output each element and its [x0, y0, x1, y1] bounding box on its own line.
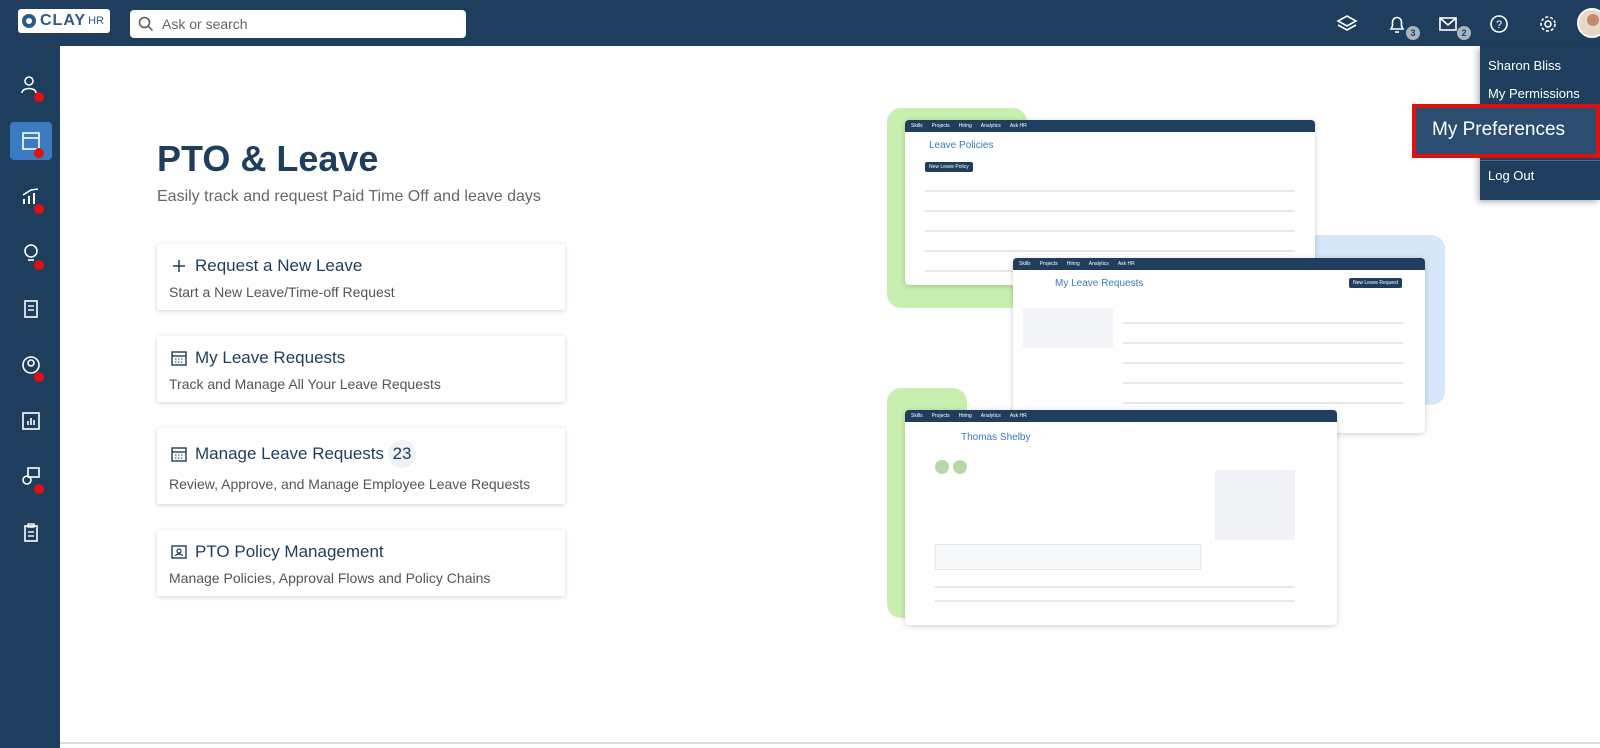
- mini-nav-item: Skills: [911, 123, 923, 129]
- mini-nav-item: Skills: [911, 413, 923, 419]
- card-description: Start a New Leave/Time-off Request: [169, 284, 395, 300]
- leave-screens-illustration: Skills Projects Hiring Analytics Ask HR …: [885, 100, 1445, 645]
- new-policy-button: New Leave Policy: [925, 162, 973, 172]
- card-title: Manage Leave Requests: [195, 444, 385, 463]
- sidebar-item-analytics[interactable]: [10, 402, 52, 440]
- page-title: PTO & Leave: [157, 138, 379, 179]
- sidebar-alert-dot: [34, 92, 44, 102]
- new-request-button: New Leave Request: [1349, 278, 1403, 288]
- sidebar-item-documents[interactable]: [10, 290, 52, 328]
- mini-nav-item: Analytics: [980, 413, 1001, 419]
- svg-text:?: ?: [1496, 19, 1502, 31]
- mini-nav-item: Hiring: [958, 413, 972, 419]
- mini-nav-item: Ask HR: [1009, 123, 1027, 129]
- help-icon[interactable]: ?: [1487, 12, 1511, 36]
- sidebar-item-checklist[interactable]: [10, 514, 52, 552]
- screen-title: Thomas Shelby: [961, 432, 1031, 443]
- pto-policy-management-card[interactable]: PTO Policy Management Manage Policies, A…: [157, 530, 565, 596]
- documents-icon: [24, 300, 38, 318]
- mini-nav-item: Ask HR: [1009, 413, 1027, 419]
- user-name-item[interactable]: Sharon Bliss: [1488, 58, 1561, 73]
- card-title: My Leave Requests: [195, 348, 346, 367]
- logo-text: CLAY: [40, 12, 87, 29]
- leave-request-detail-screen: Skills Projects Hiring Analytics Ask HR …: [905, 410, 1337, 625]
- card-title: PTO Policy Management: [195, 542, 384, 561]
- menu-divider: [1480, 160, 1600, 161]
- plus-icon: [169, 256, 189, 276]
- card-title: Request a New Leave: [195, 256, 363, 275]
- sidebar-item-pto-leave[interactable]: [10, 122, 52, 160]
- sidebar-alert-dot: [34, 372, 44, 382]
- messages-badge: 2: [1457, 26, 1471, 40]
- mini-nav-item: Analytics: [980, 123, 1001, 129]
- sidebar-alert-dot: [34, 204, 44, 214]
- my-preferences-label: My Preferences: [1432, 119, 1566, 140]
- clayhr-logo[interactable]: CLAY HR: [18, 9, 110, 33]
- request-new-leave-card[interactable]: Request a New Leave Start a New Leave/Ti…: [157, 244, 565, 310]
- sidebar-item-ideas[interactable]: [10, 234, 52, 272]
- mini-nav-item: Projects: [931, 413, 950, 419]
- screen-title: My Leave Requests: [1055, 278, 1144, 289]
- pending-count-badge: 23: [388, 440, 417, 468]
- id-badge-icon: [169, 542, 189, 562]
- manage-leave-requests-card[interactable]: Manage Leave Requests 23 Review, Approve…: [157, 428, 565, 504]
- log-out-item[interactable]: Log Out: [1488, 168, 1534, 183]
- calendar-icon: [169, 444, 189, 464]
- mini-nav-item: Hiring: [1066, 261, 1080, 267]
- logo-suffix: HR: [88, 15, 104, 27]
- screen-title: Leave Policies: [929, 140, 994, 151]
- card-description: Track and Manage All Your Leave Requests: [169, 376, 441, 392]
- sidebar-alert-dot: [34, 148, 44, 158]
- mini-nav-bar: Skills Projects Hiring Analytics Ask HR: [905, 410, 1337, 422]
- top-bar: CLAY HR Ask or search 3 2 ?: [0, 0, 1600, 46]
- calendar-icon: [169, 348, 189, 368]
- search-input[interactable]: Ask or search: [130, 10, 466, 38]
- mini-nav-item: Hiring: [958, 123, 972, 129]
- mini-nav-item: Analytics: [1088, 261, 1109, 267]
- layers-icon[interactable]: [1335, 12, 1359, 36]
- card-description: Manage Policies, Approval Flows and Poli…: [169, 570, 491, 586]
- page-subtitle: Easily track and request Paid Time Off a…: [157, 188, 541, 205]
- sidebar-alert-dot: [34, 484, 44, 494]
- card-description: Review, Approve, and Manage Employee Lea…: [169, 476, 531, 492]
- notifications-badge: 3: [1406, 26, 1420, 40]
- search-icon: [138, 16, 154, 32]
- sidebar-item-profile[interactable]: [10, 346, 52, 384]
- mini-nav-item: Projects: [1039, 261, 1058, 267]
- my-leave-requests-screen: Skills Projects Hiring Analytics Ask HR …: [1013, 258, 1425, 433]
- mini-nav-bar: Skills Projects Hiring Analytics Ask HR: [905, 120, 1315, 132]
- gear-icon[interactable]: [1536, 12, 1560, 36]
- my-preferences-item[interactable]: My Preferences: [1412, 104, 1600, 158]
- search-placeholder: Ask or search: [162, 16, 248, 32]
- mini-nav-bar: Skills Projects Hiring Analytics Ask HR: [1013, 258, 1425, 270]
- page-bottom-border: [60, 742, 1600, 744]
- sidebar-item-performance[interactable]: [10, 178, 52, 216]
- mini-nav-item: Skills: [1019, 261, 1031, 267]
- sidebar: [0, 46, 60, 748]
- clipboard-icon: [24, 523, 38, 542]
- sidebar-item-people[interactable]: [10, 66, 52, 104]
- sidebar-alert-dot: [34, 260, 44, 270]
- my-permissions-item[interactable]: My Permissions: [1488, 86, 1580, 101]
- sidebar-item-support[interactable]: [10, 458, 52, 496]
- my-leave-requests-card[interactable]: My Leave Requests Track and Manage All Y…: [157, 336, 565, 402]
- mini-nav-item: Projects: [931, 123, 950, 129]
- analytics-icon: [22, 412, 40, 430]
- user-avatar[interactable]: [1577, 8, 1600, 38]
- logo-mark-icon: [22, 14, 36, 28]
- mini-nav-item: Ask HR: [1117, 261, 1135, 267]
